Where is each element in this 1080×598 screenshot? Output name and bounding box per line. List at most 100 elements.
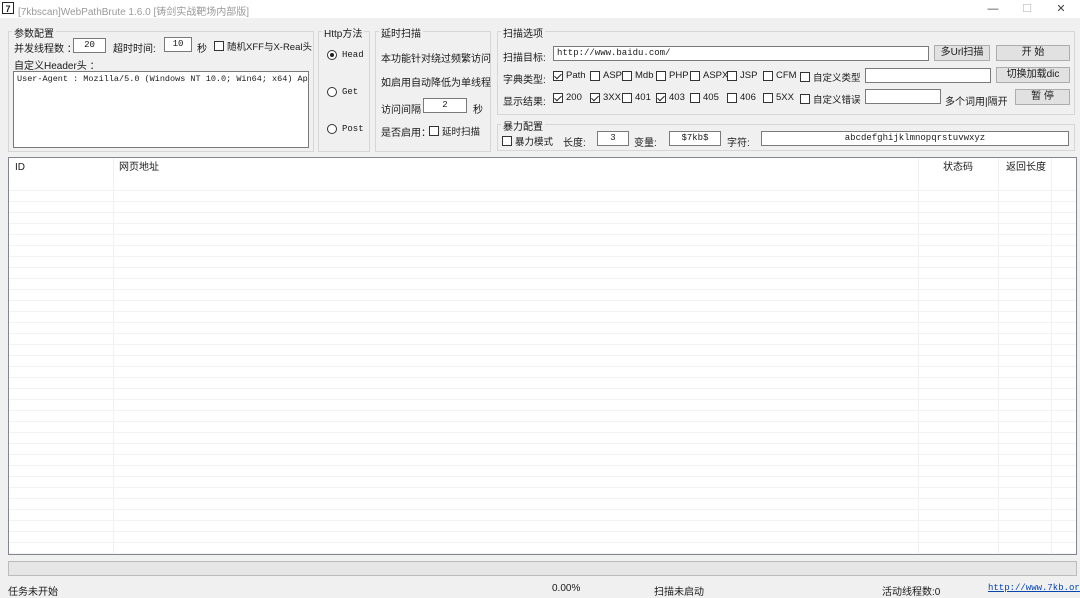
table-row-line	[9, 443, 1076, 444]
column-header-length[interactable]: 返回长度	[1000, 158, 1046, 178]
show-code-0-checkbox[interactable]: 200	[553, 92, 582, 103]
interval-input[interactable]: 2	[423, 98, 467, 113]
delay-title: 延时扫描	[379, 25, 423, 40]
target-input[interactable]: http://www.baidu.com/	[553, 46, 929, 61]
check-box[interactable]	[690, 92, 700, 103]
show-code-1-checkbox[interactable]: 3XX	[590, 92, 621, 103]
column-divider	[113, 158, 114, 554]
table-row-line	[9, 542, 1076, 543]
table-row-line	[9, 509, 1076, 510]
show-code-2-checkbox[interactable]: 401	[622, 92, 651, 103]
timeout-input[interactable]: 10	[164, 37, 192, 52]
brute-mode-checkbox[interactable]: 暴力模式	[502, 134, 553, 148]
var-input[interactable]: $7kb$	[669, 131, 721, 146]
dict-type-5-checkbox[interactable]: JSP	[727, 70, 757, 81]
check-box[interactable]	[727, 70, 737, 81]
show-code-6-checkbox[interactable]: 5XX	[763, 92, 794, 103]
random-xff-checkbox[interactable]: 随机XFF与X-Real头	[214, 39, 312, 53]
table-row-line	[9, 344, 1076, 345]
radio-circle[interactable]	[327, 50, 337, 60]
http-method-post-radio[interactable]: Post	[327, 124, 364, 134]
http-method-get-radio[interactable]: Get	[327, 87, 358, 97]
check-box[interactable]	[690, 70, 700, 81]
table-row-line	[9, 201, 1076, 202]
show-code-7-checkbox[interactable]: 自定义错误	[800, 92, 861, 106]
column-divider	[998, 158, 999, 554]
dict-type-label: CFM	[776, 70, 797, 81]
check-box[interactable]	[800, 94, 810, 104]
radio-circle[interactable]	[327, 87, 337, 97]
switch-dict-button[interactable]: 切换加载dic	[996, 67, 1070, 83]
multi-url-button[interactable]: 多Url扫描	[934, 45, 990, 61]
enable-delay-check-box[interactable]	[429, 126, 439, 136]
radio-circle[interactable]	[327, 124, 337, 134]
table-row-line	[9, 388, 1076, 389]
close-button[interactable]: ✕	[1038, 0, 1080, 18]
check-box[interactable]	[622, 92, 632, 103]
table-row-line	[9, 311, 1076, 312]
enable-delay-checkbox[interactable]: 延时扫描	[429, 124, 480, 138]
show-code-label: 3XX	[603, 92, 621, 103]
chars-input[interactable]: abcdefghijklmnopqrstuvwxyz	[761, 131, 1069, 146]
check-box[interactable]	[800, 72, 810, 82]
dict-type-4-checkbox[interactable]: ASPX	[690, 70, 728, 81]
params-group-title: 参数配置	[12, 25, 56, 40]
custom-type-input[interactable]	[865, 68, 991, 83]
check-box[interactable]	[656, 70, 666, 81]
dict-type-3-checkbox[interactable]: PHP	[656, 70, 689, 81]
table-row-line	[9, 267, 1076, 268]
threads-input[interactable]: 20	[73, 38, 106, 53]
dict-type-0-checkbox[interactable]: Path	[553, 70, 586, 81]
separator-note: 多个词用|隔开	[945, 97, 1008, 108]
column-header-id[interactable]: ID	[9, 158, 25, 178]
dict-type-6-checkbox[interactable]: CFM	[763, 70, 797, 81]
column-header-url[interactable]: 网页地址	[113, 158, 159, 178]
check-box[interactable]	[553, 92, 563, 103]
pause-button[interactable]: 暂 停	[1015, 89, 1070, 105]
interval-label: 访问间隔	[381, 105, 421, 116]
show-code-label: 403	[669, 92, 685, 103]
random-xff-check-box[interactable]	[214, 41, 224, 51]
check-box[interactable]	[553, 70, 563, 81]
dict-type-2-checkbox[interactable]: Mdb	[622, 70, 653, 81]
custom-header-textarea[interactable]: User-Agent : Mozilla/5.0 (Windows NT 10.…	[13, 71, 309, 148]
table-row-line	[9, 366, 1076, 367]
check-box[interactable]	[622, 70, 632, 81]
check-box[interactable]	[727, 92, 737, 103]
http-method-head-radio[interactable]: Head	[327, 50, 364, 60]
check-box[interactable]	[763, 92, 773, 103]
table-row-line	[9, 256, 1076, 257]
show-code-4-checkbox[interactable]: 405	[690, 92, 719, 103]
show-code-3-checkbox[interactable]: 403	[656, 92, 685, 103]
length-input[interactable]: 3	[597, 131, 629, 146]
check-box[interactable]	[656, 92, 666, 103]
check-box[interactable]	[590, 70, 600, 81]
table-row-line	[9, 476, 1076, 477]
table-row-line	[9, 487, 1076, 488]
interval-unit: 秒	[473, 105, 483, 116]
table-row-line	[9, 278, 1076, 279]
table-row-line	[9, 190, 1076, 191]
dict-type-7-checkbox[interactable]: 自定义类型	[800, 70, 861, 84]
delay-desc-2: 如启用自动降低为单线程	[381, 78, 491, 89]
start-button[interactable]: 开 始	[996, 45, 1070, 61]
column-header-status[interactable]: 状态码	[937, 158, 973, 178]
check-box[interactable]	[590, 92, 600, 103]
show-code-label: 401	[635, 92, 651, 103]
table-row-line	[9, 410, 1076, 411]
brute-mode-check-box[interactable]	[502, 136, 512, 146]
check-box[interactable]	[763, 70, 773, 81]
custom-error-input[interactable]	[865, 89, 941, 104]
title-bar: 7 [7kbscan]WebPathBrute 1.6.0 [铸剑实战靶场内部版…	[0, 0, 1080, 18]
length-label: 长度:	[563, 138, 586, 149]
custom-header-label: 自定义Header头 ：	[14, 61, 100, 72]
http-method-label: Get	[342, 87, 359, 97]
show-code-5-checkbox[interactable]: 406	[727, 92, 756, 103]
status-bar: 任务未开始 0.00% 扫描未启动 活动线程数:0 http://www.7kb…	[0, 579, 1080, 598]
website-link[interactable]: http://www.7kb.org	[988, 583, 1080, 593]
chars-label: 字符:	[727, 138, 750, 149]
enable-delay-cb-label: 延时扫描	[442, 127, 481, 138]
results-table[interactable]: ID 网页地址 状态码 返回长度	[8, 157, 1077, 555]
task-status: 任务未开始	[8, 587, 58, 598]
dict-type-1-checkbox[interactable]: ASP	[590, 70, 622, 81]
